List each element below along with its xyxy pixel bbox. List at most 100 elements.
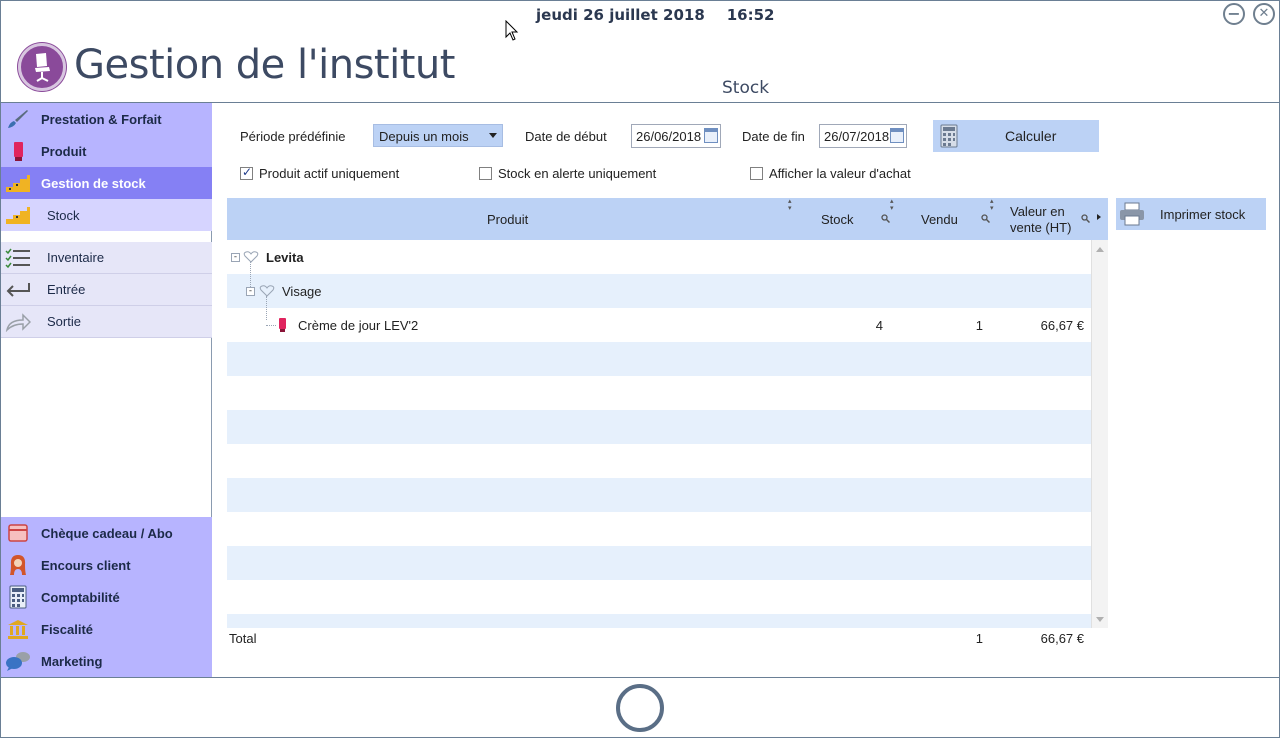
calculator-icon xyxy=(5,585,31,609)
app-title: Gestion de l'institut xyxy=(74,42,455,88)
category-label: Visage xyxy=(282,284,322,299)
sidebar-item-label: Inventaire xyxy=(47,250,105,265)
product-sold: 1 xyxy=(975,318,983,333)
checklist-icon xyxy=(5,246,31,270)
start-date-label: Date de début xyxy=(525,129,607,144)
client-icon xyxy=(5,553,31,577)
empty-row xyxy=(227,376,1091,410)
sidebar-item-produit[interactable]: Produit xyxy=(1,135,212,167)
product-stock: 4 xyxy=(875,318,883,333)
period-select[interactable]: Depuis un mois xyxy=(373,124,503,147)
chevron-right-icon[interactable] xyxy=(1097,214,1101,220)
sidebar-subitem-entree[interactable]: Entrée xyxy=(1,274,212,306)
sidebar-item-marketing[interactable]: Marketing xyxy=(1,645,212,677)
sidebar-subitem-stock[interactable]: Stock xyxy=(1,199,212,231)
sidebar-item-cheque-cadeau[interactable]: Chèque cadeau / Abo xyxy=(1,517,212,549)
tree-row-category[interactable]: - Visage xyxy=(227,262,1091,308)
sidebar-item-fiscalite[interactable]: Fiscalité xyxy=(1,613,212,645)
sort-icon[interactable]: ▴ ▾ xyxy=(890,198,894,212)
alert-only-checkbox[interactable]: Stock en alerte uniquement xyxy=(479,166,656,181)
sidebar-item-label: Prestation & Forfait xyxy=(41,111,162,127)
column-header-product[interactable]: Produit xyxy=(487,212,528,227)
stock-stairs-icon xyxy=(5,203,31,227)
header-date: jeudi 26 juillet 2018 xyxy=(536,6,705,24)
collapse-icon[interactable]: - xyxy=(246,287,255,296)
sort-icon[interactable]: ▴ ▾ xyxy=(788,198,792,212)
calculator-icon xyxy=(940,124,958,148)
sidebar-item-label: Chèque cadeau / Abo xyxy=(41,525,173,541)
search-icon[interactable] xyxy=(1081,214,1090,223)
tree-connector xyxy=(266,296,267,320)
app-logo xyxy=(18,43,66,91)
sidebar-item-label: Marketing xyxy=(41,653,103,669)
sidebar-item-label: Fiscalité xyxy=(41,621,94,637)
stock-grid: - Levita - Visage Crème de jour LEV'2 4 … xyxy=(227,240,1091,628)
product-tube-icon xyxy=(5,139,31,163)
calendar-icon[interactable] xyxy=(704,128,718,143)
enter-arrow-icon xyxy=(5,278,31,302)
sidebar-item-label: Stock xyxy=(47,207,80,223)
sidebar-item-encours-client[interactable]: Encours client xyxy=(1,549,212,581)
product-tube-icon xyxy=(279,318,286,332)
sidebar-item-gestion-stock[interactable]: Gestion de stock xyxy=(1,167,212,199)
loading-spinner-icon xyxy=(616,684,664,732)
sidebar-subitem-inventaire[interactable]: Inventaire xyxy=(1,242,212,274)
column-header-stock[interactable]: Stock xyxy=(821,212,854,227)
total-label: Total xyxy=(229,631,257,646)
start-date-input[interactable]: 26/06/2018 xyxy=(631,124,721,148)
scroll-down-icon[interactable] xyxy=(1096,617,1104,622)
chat-bubbles-icon xyxy=(5,649,31,673)
period-label: Période prédéfinie xyxy=(240,129,346,144)
purchase-value-checkbox[interactable]: Afficher la valeur d'achat xyxy=(750,166,911,181)
active-only-checkbox[interactable]: Produit actif uniquement xyxy=(240,165,400,181)
tree-row-brand[interactable]: - Levita xyxy=(227,240,1091,274)
active-only-label: Produit actif uniquement xyxy=(259,166,400,181)
print-stock-label: Imprimer stock xyxy=(1160,206,1246,222)
search-icon[interactable] xyxy=(881,214,890,223)
end-date-input[interactable]: 26/07/2018 xyxy=(819,124,907,148)
tree-row-product[interactable]: Crème de jour LEV'2 4 1 66,67 € xyxy=(227,296,1091,342)
search-icon[interactable] xyxy=(981,214,990,223)
checkbox-unchecked[interactable] xyxy=(479,167,492,180)
column-header-value[interactable]: Valeur en vente (HT) xyxy=(1010,204,1071,236)
bank-icon xyxy=(5,617,31,641)
alert-only-label: Stock en alerte uniquement xyxy=(498,166,657,181)
scroll-up-icon[interactable] xyxy=(1096,247,1104,252)
collapse-icon[interactable]: - xyxy=(231,253,240,262)
sidebar-item-label: Entrée xyxy=(47,282,86,297)
sidebar: Prestation & Forfait Produit Gestion de … xyxy=(1,103,212,677)
brush-icon xyxy=(5,107,31,131)
empty-row xyxy=(227,546,1091,580)
end-date-value: 26/07/2018 xyxy=(824,129,890,144)
grid-scrollbar[interactable] xyxy=(1091,240,1108,628)
empty-row xyxy=(227,410,1091,444)
sidebar-bottom-section: Chèque cadeau / Abo Encours client Compt… xyxy=(1,517,212,677)
product-value: 66,67 € xyxy=(1040,318,1084,333)
start-date-value: 26/06/2018 xyxy=(636,129,702,144)
close-button[interactable]: ✕ xyxy=(1253,3,1275,25)
sidebar-item-prestation[interactable]: Prestation & Forfait xyxy=(1,103,212,135)
checkbox-unchecked[interactable] xyxy=(750,167,763,180)
gift-card-icon xyxy=(5,521,31,545)
calculate-button-label: Calculer xyxy=(1005,128,1057,144)
sidebar-item-label: Comptabilité xyxy=(41,589,120,605)
exit-arrow-icon xyxy=(5,310,31,334)
sort-icon[interactable]: ▴ ▾ xyxy=(990,198,994,212)
sidebar-item-label: Sortie xyxy=(47,314,81,329)
sidebar-item-label: Encours client xyxy=(41,557,131,573)
checkbox-checked[interactable] xyxy=(240,165,253,180)
empty-row xyxy=(227,512,1091,546)
brand-label: Levita xyxy=(266,250,304,265)
stock-stairs-icon xyxy=(5,171,31,195)
sidebar-item-comptabilite[interactable]: Comptabilité xyxy=(1,581,212,613)
minimize-button[interactable]: − xyxy=(1223,3,1245,25)
printer-icon xyxy=(1120,202,1144,226)
column-header-sold[interactable]: Vendu xyxy=(921,212,958,227)
total-sold: 1 xyxy=(975,631,983,646)
calendar-icon[interactable] xyxy=(890,128,904,143)
mouse-cursor-icon xyxy=(505,20,519,41)
print-stock-button[interactable]: Imprimer stock xyxy=(1116,198,1266,230)
total-value: 66,67 € xyxy=(1040,631,1084,646)
sidebar-subitem-sortie[interactable]: Sortie xyxy=(1,306,212,338)
calculate-button[interactable]: Calculer xyxy=(933,120,1099,152)
